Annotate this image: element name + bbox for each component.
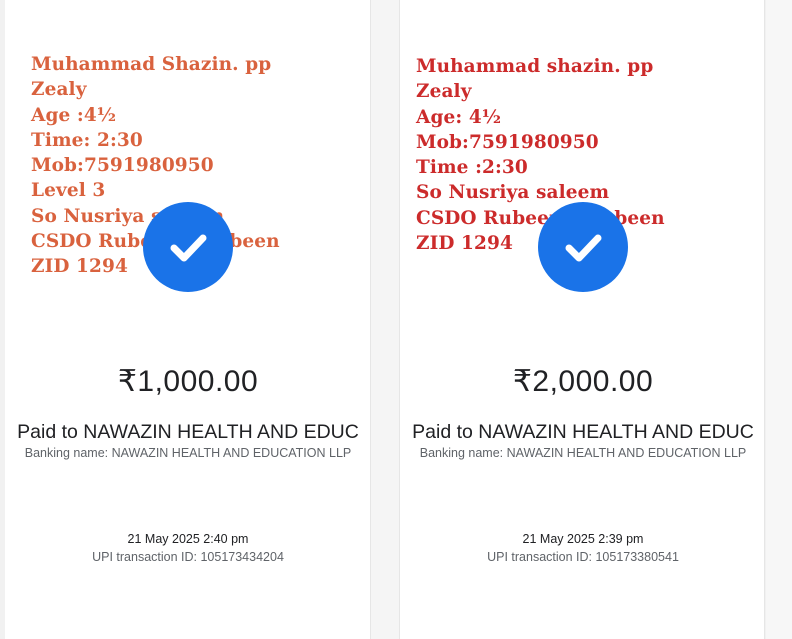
payment-receipt-card-1: Muhammad Shazin. pp Zealy Age :4½ Time: … — [5, 0, 371, 639]
note-line: Time :2:30 — [416, 157, 528, 179]
note-line: Age :4½ — [31, 104, 117, 126]
note-line: Zealy — [416, 81, 472, 103]
transaction-datetime: 21 May 2025 2:40 pm — [127, 532, 249, 546]
check-circle-icon — [538, 202, 628, 292]
note-line: Mob:7591980950 — [31, 155, 214, 177]
note-line: Age: 4½ — [416, 106, 502, 128]
upi-transaction-id: UPI transaction ID: 105173434204 — [92, 550, 284, 564]
payment-receipt-card-2: Muhammad shazin. pp Zealy Age: 4½ Mob:75… — [399, 0, 765, 639]
note-line: Zealy — [31, 79, 87, 101]
payment-amount: ₹2,000.00 — [512, 365, 654, 398]
payee-name: Paid to NAWAZIN HEALTH AND EDUC — [17, 421, 359, 443]
banking-name: Banking name: NAWAZIN HEALTH AND EDUCATI… — [24, 446, 352, 460]
payment-amount: ₹1,000.00 — [117, 365, 259, 398]
upi-transaction-id: UPI transaction ID: 105173380541 — [487, 550, 679, 564]
note-line: Mob:7591980950 — [416, 131, 599, 153]
next-card-edge — [766, 0, 792, 639]
note-line: Time: 2:30 — [31, 129, 143, 151]
payee-name: Paid to NAWAZIN HEALTH AND EDUC — [412, 421, 754, 443]
banking-name: Banking name: NAWAZIN HEALTH AND EDUCATI… — [419, 446, 747, 460]
note-line: Muhammad shazin. pp — [416, 56, 654, 77]
note-line: Muhammad Shazin. pp — [31, 54, 272, 75]
note-line: Level 3 — [31, 180, 106, 202]
transaction-datetime: 21 May 2025 2:39 pm — [522, 532, 644, 546]
card-gap — [371, 0, 399, 639]
check-circle-icon — [143, 202, 233, 292]
